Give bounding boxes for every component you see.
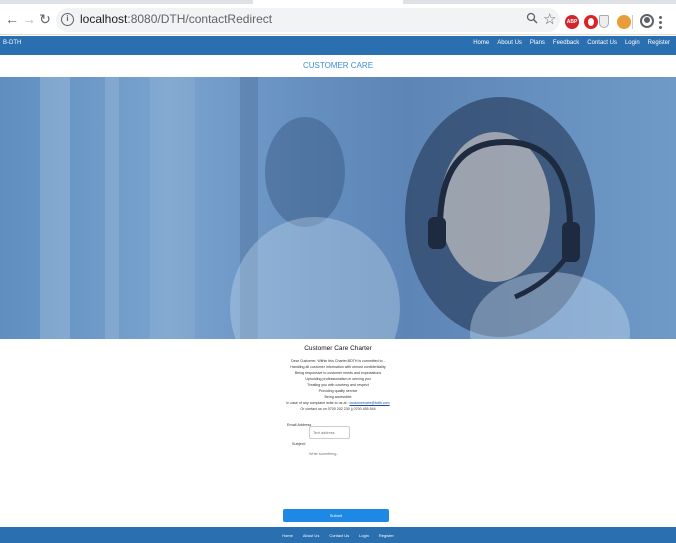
site-footer: Home About Us Contact Us Login Register (0, 527, 676, 543)
footer-link-register[interactable]: Register (379, 533, 394, 538)
charter-title: Customer Care Charter (304, 345, 372, 352)
zoom-icon[interactable] (526, 12, 538, 24)
bookmark-star-icon[interactable]: ☆ (543, 10, 556, 28)
customer-care-charter: Customer Care Charter Dear Customer, Wit… (0, 345, 676, 412)
subject-label: Subject: (292, 442, 306, 446)
email-label: Email Address (287, 423, 312, 427)
browser-toolbar: ← → ↻ i localhost:8080/DTH/contactRedire… (0, 4, 676, 35)
nav-link-register[interactable]: Register (648, 40, 670, 46)
nav-link-login[interactable]: Login (625, 40, 640, 46)
email-field[interactable] (309, 426, 350, 439)
footer-link-home[interactable]: Home (282, 533, 293, 538)
footer-link-contact[interactable]: Contact Us (329, 533, 349, 538)
contact-line: Or contact us on 0700 202 230 || 0700 45… (300, 407, 376, 411)
profile-avatar-icon[interactable] (640, 14, 654, 28)
page-title: CUSTOMER CARE (302, 61, 374, 70)
nav-link-contact[interactable]: Contact Us (587, 40, 617, 46)
brand-logo-text[interactable]: B-DTH (3, 40, 21, 46)
opera-icon[interactable] (584, 15, 598, 29)
kebab-menu-icon[interactable] (659, 16, 663, 31)
info-icon[interactable]: i (61, 13, 74, 26)
footer-link-about[interactable]: About Us (303, 533, 319, 538)
back-icon[interactable]: ← (4, 11, 20, 27)
cookie-icon[interactable] (617, 15, 631, 29)
nav-link-about[interactable]: About Us (497, 40, 522, 46)
nav-link-feedback[interactable]: Feedback (553, 40, 579, 46)
forward-icon[interactable]: → (21, 11, 37, 27)
url-text[interactable]: localhost:8080/DTH/contactRedirect (80, 12, 272, 26)
toolbar-divider (632, 15, 633, 29)
reload-icon[interactable]: ↻ (37, 11, 53, 27)
site-navbar: B-DTH Home About Us Plans Feedback Conta… (0, 36, 676, 55)
footer-link-login[interactable]: Login (359, 533, 369, 538)
hero-image (0, 77, 676, 339)
subject-field[interactable] (309, 449, 429, 459)
nav-link-home[interactable]: Home (473, 40, 489, 46)
headset-illustration (428, 138, 580, 300)
complaint-email-link[interactable]: customercare@bdth.com (349, 401, 389, 405)
shield-icon[interactable] (599, 15, 609, 28)
abp-icon[interactable]: ABP (565, 15, 579, 29)
submit-button[interactable]: Submit (283, 509, 389, 522)
nav-links: Home About Us Plans Feedback Contact Us … (465, 40, 670, 46)
nav-link-plans[interactable]: Plans (530, 40, 545, 46)
address-bar[interactable]: i localhost:8080/DTH/contactRedirect ☆ (56, 8, 560, 32)
